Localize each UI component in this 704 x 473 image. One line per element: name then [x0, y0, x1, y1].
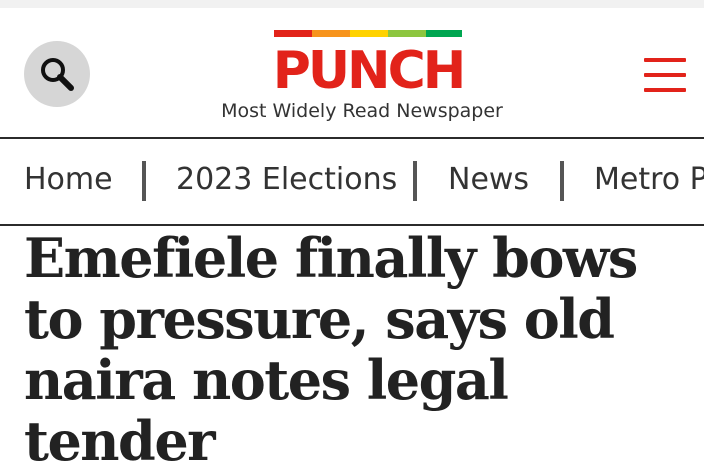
site-tagline: Most Widely Read Newspaper [221, 100, 503, 122]
search-icon [41, 58, 74, 91]
nav-separator [142, 161, 146, 201]
punch-logo-graphic: PUNCH [273, 30, 466, 101]
header-divider [0, 137, 704, 139]
menu-bar [644, 58, 686, 62]
nav-item-2023-elections[interactable]: 2023 Elections [176, 162, 397, 197]
menu-bar [644, 73, 686, 77]
main-navigation: Home 2023 Elections News Metro Plus [0, 140, 704, 224]
search-button[interactable] [24, 41, 90, 107]
logo-text: PUNCH [273, 41, 464, 94]
nav-item-news[interactable]: News [448, 162, 529, 197]
top-strip [0, 0, 704, 8]
site-header: PUNCH Most Widely Read Newspaper [0, 8, 704, 139]
menu-button[interactable] [644, 56, 688, 96]
punch-logo[interactable]: PUNCH [272, 30, 466, 101]
nav-item-metro-plus[interactable]: Metro Plus [594, 162, 704, 197]
nav-separator [413, 161, 417, 201]
nav-item-home[interactable]: Home [24, 162, 113, 197]
nav-separator [560, 161, 564, 201]
article-headline: Emefiele finally bows to pressure, says … [24, 226, 638, 473]
menu-bar [644, 88, 686, 92]
